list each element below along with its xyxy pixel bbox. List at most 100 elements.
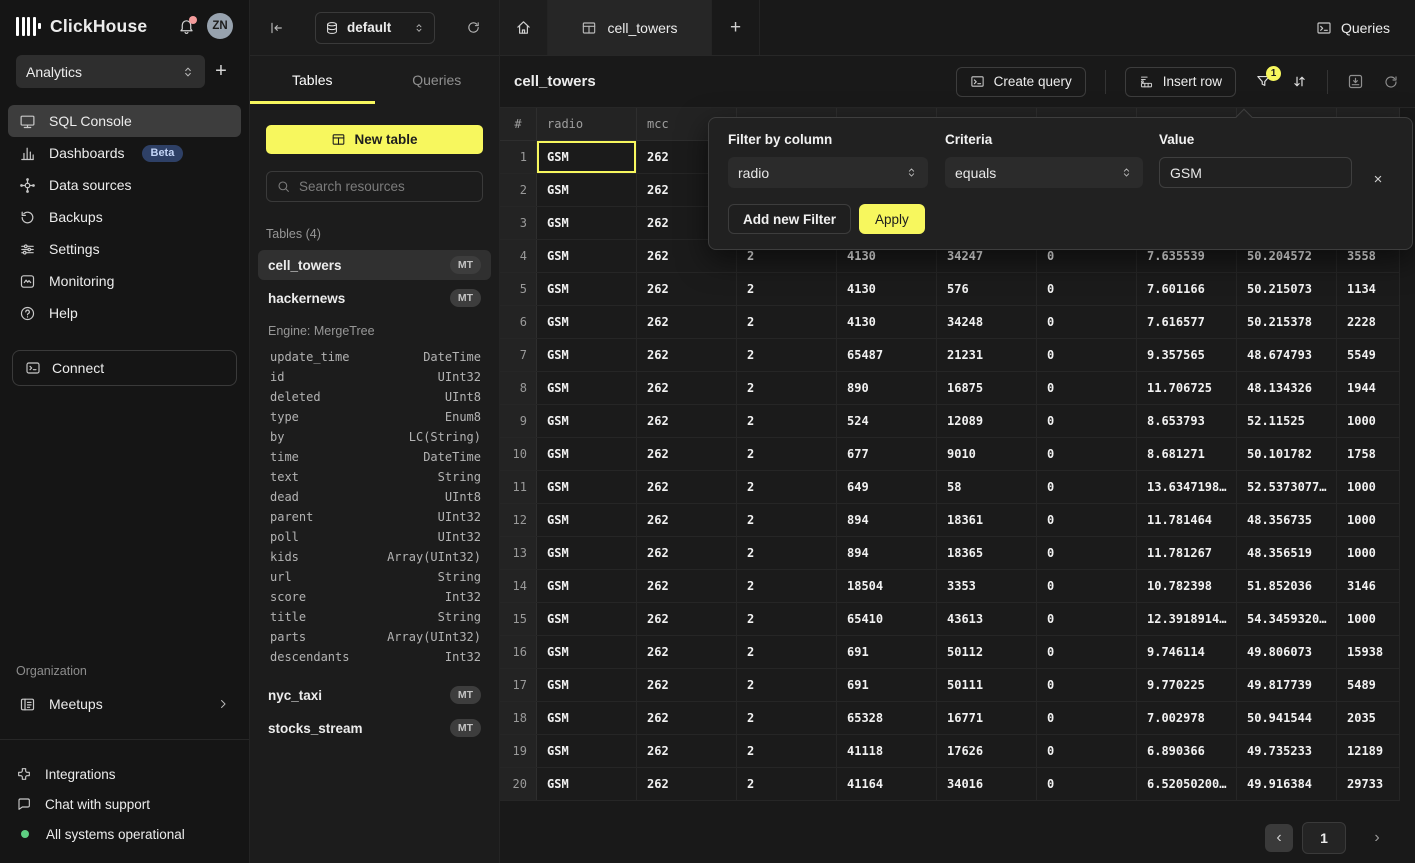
refresh-table-button[interactable] <box>1383 74 1399 90</box>
cell[interactable]: 1000 <box>1337 603 1400 635</box>
cell[interactable]: 48.356735 <box>1237 504 1337 536</box>
sidebar-item-chat-support[interactable]: Chat with support <box>16 789 233 819</box>
cell[interactable]: 10.782398 <box>1137 570 1237 602</box>
cell[interactable]: 49.916384 <box>1237 768 1337 800</box>
cell[interactable]: 691 <box>837 669 937 701</box>
cell[interactable]: 262 <box>637 438 737 470</box>
cell[interactable]: 7.002978 <box>1137 702 1237 734</box>
cell[interactable]: 0 <box>1037 768 1137 800</box>
cell[interactable]: GSM <box>537 306 637 338</box>
selected-cell[interactable]: GSM <box>537 141 637 173</box>
table-item-stocks-stream[interactable]: stocks_stream MT <box>258 713 491 743</box>
cell[interactable]: 524 <box>837 405 937 437</box>
cell[interactable]: 48.134326 <box>1237 372 1337 404</box>
cell[interactable]: 15938 <box>1337 636 1400 668</box>
cell[interactable]: 7.601166 <box>1137 273 1237 305</box>
cell[interactable]: 0 <box>1037 471 1137 503</box>
cell[interactable]: 262 <box>637 339 737 371</box>
cell[interactable]: 48.356519 <box>1237 537 1337 569</box>
cell[interactable]: 0 <box>1037 570 1137 602</box>
cell[interactable]: GSM <box>537 405 637 437</box>
cell[interactable]: 65487 <box>837 339 937 371</box>
cell[interactable]: 262 <box>637 537 737 569</box>
cell[interactable]: GSM <box>537 537 637 569</box>
cell[interactable]: GSM <box>537 207 637 239</box>
cell[interactable]: 52.11525 <box>1237 405 1337 437</box>
cell[interactable]: 262 <box>637 372 737 404</box>
sidebar-item-sql-console[interactable]: SQL Console <box>8 105 241 137</box>
add-workspace-button[interactable]: + <box>205 60 237 83</box>
cell[interactable]: 8.653793 <box>1137 405 1237 437</box>
cell[interactable]: 262 <box>637 306 737 338</box>
home-button[interactable] <box>500 0 548 55</box>
cell[interactable]: 4130 <box>837 306 937 338</box>
cell[interactable]: 41118 <box>837 735 937 767</box>
cell[interactable]: GSM <box>537 240 637 272</box>
cell[interactable]: 12089 <box>937 405 1037 437</box>
cell[interactable]: 6.52050200… <box>1137 768 1237 800</box>
cell[interactable]: 2 <box>737 372 837 404</box>
cell[interactable]: 1000 <box>1337 537 1400 569</box>
cell[interactable]: 50112 <box>937 636 1037 668</box>
cell[interactable]: 9010 <box>937 438 1037 470</box>
next-page-button[interactable]: › <box>1363 829 1391 847</box>
cell[interactable]: 16771 <box>937 702 1037 734</box>
cell[interactable]: 50.215073 <box>1237 273 1337 305</box>
workspace-select[interactable]: Analytics <box>16 55 205 88</box>
cell[interactable]: 0 <box>1037 405 1137 437</box>
cell[interactable]: 65410 <box>837 603 937 635</box>
cell[interactable]: GSM <box>537 273 637 305</box>
cell[interactable]: 0 <box>1037 372 1137 404</box>
cell[interactable]: 576 <box>937 273 1037 305</box>
cell[interactable]: 11.781267 <box>1137 537 1237 569</box>
cell[interactable]: 50.101782 <box>1237 438 1337 470</box>
cell[interactable]: 1944 <box>1337 372 1400 404</box>
cell[interactable]: 5489 <box>1337 669 1400 701</box>
cell[interactable]: 18361 <box>937 504 1037 536</box>
cell[interactable]: 8.681271 <box>1137 438 1237 470</box>
cell[interactable]: 48.674793 <box>1237 339 1337 371</box>
apply-filter-button[interactable]: Apply <box>859 204 925 234</box>
sidebar-item-backups[interactable]: Backups <box>8 201 241 233</box>
search-resources-input[interactable] <box>299 179 476 194</box>
cell[interactable]: 2 <box>737 768 837 800</box>
cell[interactable]: 11.706725 <box>1137 372 1237 404</box>
new-tab-button[interactable]: + <box>712 0 760 55</box>
table-item-cell-towers[interactable]: cell_towers MT <box>258 250 491 280</box>
cell[interactable]: 13.6347198… <box>1137 471 1237 503</box>
filter-criteria-select[interactable]: equals <box>945 157 1143 188</box>
cell[interactable]: 1000 <box>1337 504 1400 536</box>
cell[interactable]: 1000 <box>1337 405 1400 437</box>
cell[interactable]: 49.735233 <box>1237 735 1337 767</box>
filter-value-input[interactable] <box>1159 157 1352 188</box>
sidebar-item-data-sources[interactable]: Data sources <box>8 169 241 201</box>
refresh-panel-icon[interactable] <box>466 20 481 35</box>
cell[interactable]: 49.817739 <box>1237 669 1337 701</box>
cell[interactable]: GSM <box>537 372 637 404</box>
cell[interactable]: GSM <box>537 735 637 767</box>
download-button[interactable] <box>1347 73 1364 90</box>
cell[interactable]: GSM <box>537 636 637 668</box>
cell[interactable]: GSM <box>537 339 637 371</box>
cell[interactable]: 2 <box>737 570 837 602</box>
collapse-panel-icon[interactable] <box>268 20 284 36</box>
cell[interactable]: 0 <box>1037 735 1137 767</box>
current-page[interactable]: 1 <box>1302 822 1346 854</box>
sidebar-item-monitoring[interactable]: Monitoring <box>8 265 241 297</box>
cell[interactable]: 49.806073 <box>1237 636 1337 668</box>
cell[interactable]: 52.5373077… <box>1237 471 1337 503</box>
cell[interactable]: 262 <box>637 273 737 305</box>
insert-row-button[interactable]: Insert row <box>1125 67 1236 97</box>
cell[interactable]: 262 <box>637 768 737 800</box>
cell[interactable]: 41164 <box>837 768 937 800</box>
cell[interactable]: 54.3459320… <box>1237 603 1337 635</box>
cell[interactable]: 0 <box>1037 603 1137 635</box>
table-item-hackernews[interactable]: hackernews MT <box>258 283 491 313</box>
cell[interactable]: 50.941544 <box>1237 702 1337 734</box>
cell[interactable]: 262 <box>637 504 737 536</box>
cell[interactable]: 3353 <box>937 570 1037 602</box>
cell[interactable]: 262 <box>637 669 737 701</box>
cell[interactable]: 12189 <box>1337 735 1400 767</box>
cell[interactable]: 0 <box>1037 702 1137 734</box>
cell[interactable]: 0 <box>1037 636 1137 668</box>
